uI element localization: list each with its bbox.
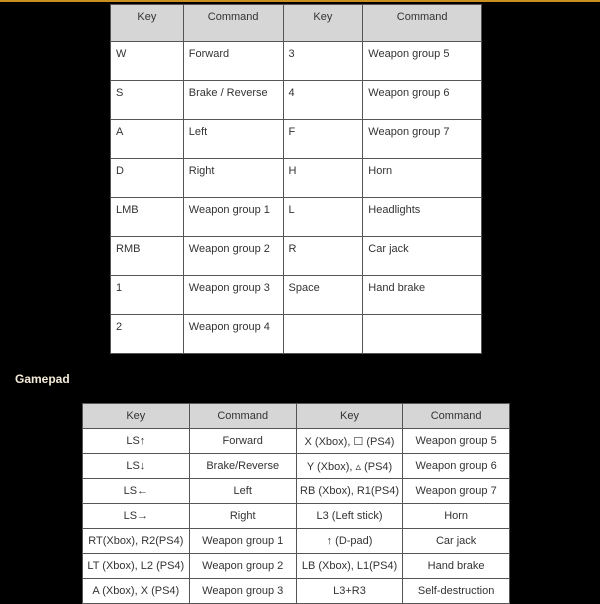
- command-cell: Weapon group 3: [188, 578, 297, 604]
- table-header-row: Key Command Key Command: [82, 403, 510, 429]
- table-row: LS→ Right L3 (Left stick) Horn: [82, 503, 510, 529]
- keyboard-table-body: W Forward 3 Weapon group 5 S Brake / Rev…: [110, 41, 482, 354]
- table-row: 1 Weapon group 3 Space Hand brake: [110, 275, 482, 315]
- key-cell: ↑ (D-pad): [295, 528, 404, 554]
- key-cell: S: [110, 80, 184, 120]
- command-cell: Hand brake: [362, 275, 482, 315]
- header-command: Command: [182, 4, 284, 42]
- keyboard-controls-table: Key Command Key Command W Forward 3 Weap…: [110, 4, 482, 354]
- table-header-row: Key Command Key Command: [110, 4, 482, 42]
- header-key: Key: [282, 4, 364, 42]
- table-row: LS↑ Forward X (Xbox), ☐ (PS4) Weapon gro…: [82, 428, 510, 454]
- command-cell: Weapon group 5: [402, 428, 510, 454]
- key-cell: RB (Xbox), R1(PS4): [295, 478, 404, 504]
- key-cell: LS↑: [82, 428, 190, 454]
- key-cell: D: [110, 158, 184, 198]
- key-cell: X (Xbox), ☐ (PS4): [295, 428, 404, 454]
- command-cell: Left: [182, 119, 284, 159]
- command-cell: Car jack: [362, 236, 482, 276]
- header-command: Command: [362, 4, 482, 42]
- key-cell: L3+R3: [295, 578, 404, 604]
- key-cell: Y (Xbox), ▵ (PS4): [295, 453, 404, 479]
- table-row: 2 Weapon group 4: [110, 314, 482, 354]
- table-row: W Forward 3 Weapon group 5: [110, 41, 482, 81]
- command-cell: Headlights: [362, 197, 482, 237]
- key-cell: W: [110, 41, 184, 81]
- table-row: RMB Weapon group 2 R Car jack: [110, 236, 482, 276]
- command-cell: Weapon group 5: [362, 41, 482, 81]
- command-cell: Weapon group 7: [362, 119, 482, 159]
- table-row: LMB Weapon group 1 L Headlights: [110, 197, 482, 237]
- key-cell: 2: [110, 314, 184, 354]
- command-cell: Forward: [182, 41, 284, 81]
- key-cell: A: [110, 119, 184, 159]
- key-cell: H: [282, 158, 364, 198]
- command-cell: Weapon group 2: [182, 236, 284, 276]
- key-cell: [282, 314, 364, 354]
- gamepad-table-body: LS↑ Forward X (Xbox), ☐ (PS4) Weapon gro…: [82, 428, 510, 604]
- command-cell: Weapon group 4: [182, 314, 284, 354]
- table-row: LS← Left RB (Xbox), R1(PS4) Weapon group…: [82, 478, 510, 504]
- top-accent-bar: [0, 0, 600, 2]
- command-cell: Self-destruction: [402, 578, 510, 604]
- key-cell: R: [282, 236, 364, 276]
- table-row: D Right H Horn: [110, 158, 482, 198]
- command-cell: Horn: [402, 503, 510, 529]
- key-cell: 1: [110, 275, 184, 315]
- command-cell: Left: [188, 478, 297, 504]
- table-row: A (Xbox), X (PS4) Weapon group 3 L3+R3 S…: [82, 578, 510, 604]
- command-cell: Hand brake: [402, 553, 510, 579]
- command-cell: Weapon group 6: [362, 80, 482, 120]
- command-cell: Brake / Reverse: [182, 80, 284, 120]
- key-cell: LS←: [82, 478, 190, 504]
- header-command: Command: [402, 403, 510, 429]
- key-cell: 4: [282, 80, 364, 120]
- gamepad-controls-table: Key Command Key Command LS↑ Forward X (X…: [82, 403, 510, 604]
- key-cell: LT (Xbox), L2 (PS4): [82, 553, 190, 579]
- command-cell: Weapon group 7: [402, 478, 510, 504]
- key-cell: L3 (Left stick): [295, 503, 404, 529]
- table-row: LS↓ Brake/Reverse Y (Xbox), ▵ (PS4) Weap…: [82, 453, 510, 479]
- command-cell: Brake/Reverse: [188, 453, 297, 479]
- key-cell: LMB: [110, 197, 184, 237]
- command-cell: Right: [182, 158, 284, 198]
- key-cell: Space: [282, 275, 364, 315]
- command-cell: Weapon group 2: [188, 553, 297, 579]
- header-key: Key: [82, 403, 190, 429]
- command-cell: Right: [188, 503, 297, 529]
- key-cell: RT(Xbox), R2(PS4): [82, 528, 190, 554]
- command-cell: Forward: [188, 428, 297, 454]
- header-key: Key: [110, 4, 184, 42]
- key-cell: 3: [282, 41, 364, 81]
- key-cell: LS→: [82, 503, 190, 529]
- command-cell: Weapon group 1: [182, 197, 284, 237]
- table-row: RT(Xbox), R2(PS4) Weapon group 1 ↑ (D-pa…: [82, 528, 510, 554]
- command-cell: Weapon group 6: [402, 453, 510, 479]
- key-cell: LS↓: [82, 453, 190, 479]
- command-cell: Weapon group 3: [182, 275, 284, 315]
- key-cell: A (Xbox), X (PS4): [82, 578, 190, 604]
- key-cell: F: [282, 119, 364, 159]
- command-cell: [362, 314, 482, 354]
- key-cell: LB (Xbox), L1(PS4): [295, 553, 404, 579]
- command-cell: Horn: [362, 158, 482, 198]
- key-cell: RMB: [110, 236, 184, 276]
- key-cell: L: [282, 197, 364, 237]
- table-row: A Left F Weapon group 7: [110, 119, 482, 159]
- gamepad-heading: Gamepad: [15, 372, 70, 386]
- header-command: Command: [188, 403, 297, 429]
- command-cell: Weapon group 1: [188, 528, 297, 554]
- table-row: LT (Xbox), L2 (PS4) Weapon group 2 LB (X…: [82, 553, 510, 579]
- table-row: S Brake / Reverse 4 Weapon group 6: [110, 80, 482, 120]
- command-cell: Car jack: [402, 528, 510, 554]
- header-key: Key: [295, 403, 404, 429]
